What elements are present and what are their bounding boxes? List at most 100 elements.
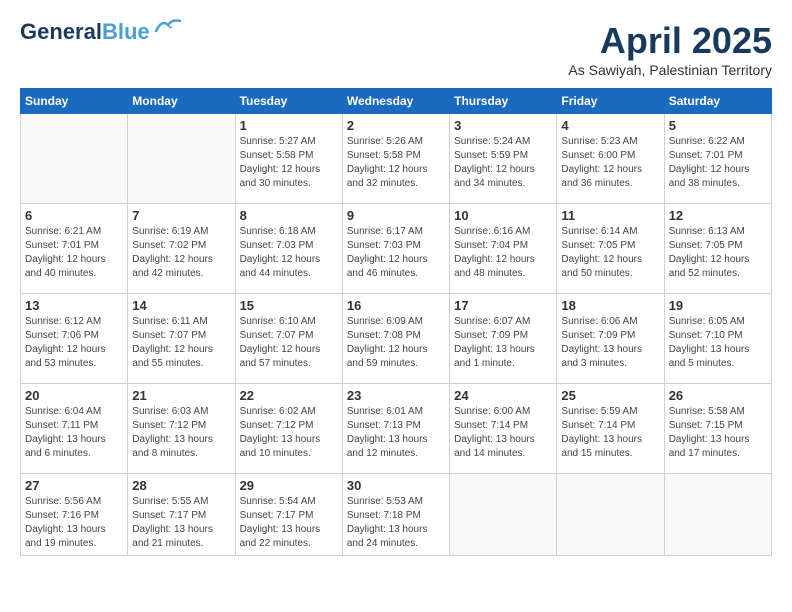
day-number: 3 bbox=[454, 118, 552, 133]
day-number: 22 bbox=[240, 388, 338, 403]
day-number: 27 bbox=[25, 478, 123, 493]
day-info: Sunrise: 6:14 AMSunset: 7:05 PMDaylight:… bbox=[561, 225, 659, 281]
calendar-cell bbox=[664, 474, 771, 556]
day-number: 19 bbox=[669, 298, 767, 313]
day-header-friday: Friday bbox=[557, 89, 664, 114]
day-header-monday: Monday bbox=[128, 89, 235, 114]
day-header-tuesday: Tuesday bbox=[235, 89, 342, 114]
day-number: 20 bbox=[25, 388, 123, 403]
day-number: 29 bbox=[240, 478, 338, 493]
calendar-cell: 29 Sunrise: 5:54 AMSunset: 7:17 PMDayligh… bbox=[235, 474, 342, 556]
calendar-week-row: 13 Sunrise: 6:12 AMSunset: 7:06 PMDayligh… bbox=[21, 294, 772, 384]
calendar-cell: 7 Sunrise: 6:19 AMSunset: 7:02 PMDaylight… bbox=[128, 204, 235, 294]
day-info: Sunrise: 5:54 AMSunset: 7:17 PMDaylight:… bbox=[240, 495, 338, 551]
day-info: Sunrise: 6:21 AMSunset: 7:01 PMDaylight:… bbox=[25, 225, 123, 281]
calendar-cell: 15 Sunrise: 6:10 AMSunset: 7:07 PMDayligh… bbox=[235, 294, 342, 384]
calendar-cell: 11 Sunrise: 6:14 AMSunset: 7:05 PMDayligh… bbox=[557, 204, 664, 294]
calendar-cell: 17 Sunrise: 6:07 AMSunset: 7:09 PMDayligh… bbox=[450, 294, 557, 384]
day-info: Sunrise: 6:09 AMSunset: 7:08 PMDaylight:… bbox=[347, 315, 445, 371]
day-number: 5 bbox=[669, 118, 767, 133]
day-header-saturday: Saturday bbox=[664, 89, 771, 114]
logo-bird-icon bbox=[154, 17, 182, 40]
calendar-cell: 13 Sunrise: 6:12 AMSunset: 7:06 PMDayligh… bbox=[21, 294, 128, 384]
day-number: 25 bbox=[561, 388, 659, 403]
day-info: Sunrise: 6:01 AMSunset: 7:13 PMDaylight:… bbox=[347, 405, 445, 461]
calendar-cell: 5 Sunrise: 6:22 AMSunset: 7:01 PMDaylight… bbox=[664, 114, 771, 204]
calendar-cell: 28 Sunrise: 5:55 AMSunset: 7:17 PMDayligh… bbox=[128, 474, 235, 556]
calendar-cell bbox=[21, 114, 128, 204]
location-subtitle: As Sawiyah, Palestinian Territory bbox=[568, 62, 772, 78]
calendar-cell bbox=[450, 474, 557, 556]
calendar-week-row: 6 Sunrise: 6:21 AMSunset: 7:01 PMDaylight… bbox=[21, 204, 772, 294]
day-number: 4 bbox=[561, 118, 659, 133]
day-info: Sunrise: 5:59 AMSunset: 7:14 PMDaylight:… bbox=[561, 405, 659, 461]
day-info: Sunrise: 6:05 AMSunset: 7:10 PMDaylight:… bbox=[669, 315, 767, 371]
day-number: 15 bbox=[240, 298, 338, 313]
calendar-cell: 8Sunrise: 6:18 AMSunset: 7:03 PMDaylight… bbox=[235, 204, 342, 294]
calendar-cell: 14Sunrise: 6:11 AMSunset: 7:07 PMDayligh… bbox=[128, 294, 235, 384]
calendar-cell: 24 Sunrise: 6:00 AMSunset: 7:14 PMDayligh… bbox=[450, 384, 557, 474]
calendar-cell: 3 Sunrise: 5:24 AMSunset: 5:59 PMDaylight… bbox=[450, 114, 557, 204]
page-header: GeneralBlue April 2025 As Sawiyah, Pales… bbox=[20, 20, 772, 78]
day-info: Sunrise: 5:56 AMSunset: 7:16 PMDaylight:… bbox=[25, 495, 123, 551]
day-number: 7 bbox=[132, 208, 230, 223]
day-info: Sunrise: 6:16 AMSunset: 7:04 PMDaylight:… bbox=[454, 225, 552, 281]
day-number: 11 bbox=[561, 208, 659, 223]
day-info: Sunrise: 6:06 AMSunset: 7:09 PMDaylight:… bbox=[561, 315, 659, 371]
day-number: 30 bbox=[347, 478, 445, 493]
calendar-cell: 10 Sunrise: 6:16 AMSunset: 7:04 PMDayligh… bbox=[450, 204, 557, 294]
day-number: 18 bbox=[561, 298, 659, 313]
logo-text: GeneralBlue bbox=[20, 20, 150, 44]
day-info: Sunrise: 5:55 AMSunset: 7:17 PMDaylight:… bbox=[132, 495, 230, 551]
month-title: April 2025 bbox=[568, 20, 772, 62]
calendar-cell: 1 Sunrise: 5:27 AMSunset: 5:58 PMDaylight… bbox=[235, 114, 342, 204]
day-info: Sunrise: 6:22 AMSunset: 7:01 PMDaylight:… bbox=[669, 135, 767, 191]
calendar-table: SundayMondayTuesdayWednesdayThursdayFrid… bbox=[20, 88, 772, 556]
calendar-cell: 12 Sunrise: 6:13 AMSunset: 7:05 PMDayligh… bbox=[664, 204, 771, 294]
day-number: 21 bbox=[132, 388, 230, 403]
day-info: Sunrise: 6:18 AMSunset: 7:03 PMDaylight:… bbox=[240, 225, 338, 281]
day-number: 26 bbox=[669, 388, 767, 403]
logo: GeneralBlue bbox=[20, 20, 182, 44]
day-info: Sunrise: 6:07 AMSunset: 7:09 PMDaylight:… bbox=[454, 315, 552, 371]
calendar-week-row: 1 Sunrise: 5:27 AMSunset: 5:58 PMDaylight… bbox=[21, 114, 772, 204]
day-info: Sunrise: 5:24 AMSunset: 5:59 PMDaylight:… bbox=[454, 135, 552, 191]
day-header-thursday: Thursday bbox=[450, 89, 557, 114]
calendar-cell: 20Sunrise: 6:04 AMSunset: 7:11 PMDayligh… bbox=[21, 384, 128, 474]
calendar-cell: 23Sunrise: 6:01 AMSunset: 7:13 PMDayligh… bbox=[342, 384, 449, 474]
calendar-header-row: SundayMondayTuesdayWednesdayThursdayFrid… bbox=[21, 89, 772, 114]
day-number: 6 bbox=[25, 208, 123, 223]
day-info: Sunrise: 5:27 AMSunset: 5:58 PMDaylight:… bbox=[240, 135, 338, 191]
day-info: Sunrise: 6:11 AMSunset: 7:07 PMDaylight:… bbox=[132, 315, 230, 371]
calendar-cell: 22 Sunrise: 6:02 AMSunset: 7:12 PMDayligh… bbox=[235, 384, 342, 474]
day-info: Sunrise: 6:19 AMSunset: 7:02 PMDaylight:… bbox=[132, 225, 230, 281]
calendar-cell: 21Sunrise: 6:03 AMSunset: 7:12 PMDayligh… bbox=[128, 384, 235, 474]
day-info: Sunrise: 6:10 AMSunset: 7:07 PMDaylight:… bbox=[240, 315, 338, 371]
day-number: 1 bbox=[240, 118, 338, 133]
day-number: 12 bbox=[669, 208, 767, 223]
day-number: 24 bbox=[454, 388, 552, 403]
day-info: Sunrise: 5:26 AMSunset: 5:58 PMDaylight:… bbox=[347, 135, 445, 191]
calendar-week-row: 27 Sunrise: 5:56 AMSunset: 7:16 PMDayligh… bbox=[21, 474, 772, 556]
day-number: 10 bbox=[454, 208, 552, 223]
day-number: 9 bbox=[347, 208, 445, 223]
day-info: Sunrise: 6:00 AMSunset: 7:14 PMDaylight:… bbox=[454, 405, 552, 461]
calendar-cell: 6 Sunrise: 6:21 AMSunset: 7:01 PMDaylight… bbox=[21, 204, 128, 294]
calendar-cell: 19 Sunrise: 6:05 AMSunset: 7:10 PMDayligh… bbox=[664, 294, 771, 384]
day-number: 28 bbox=[132, 478, 230, 493]
calendar-cell: 16 Sunrise: 6:09 AMSunset: 7:08 PMDayligh… bbox=[342, 294, 449, 384]
title-section: April 2025 As Sawiyah, Palestinian Terri… bbox=[568, 20, 772, 78]
day-info: Sunrise: 5:23 AMSunset: 6:00 PMDaylight:… bbox=[561, 135, 659, 191]
day-info: Sunrise: 6:12 AMSunset: 7:06 PMDaylight:… bbox=[25, 315, 123, 371]
day-number: 17 bbox=[454, 298, 552, 313]
calendar-cell: 30Sunrise: 5:53 AMSunset: 7:18 PMDayligh… bbox=[342, 474, 449, 556]
day-info: Sunrise: 6:02 AMSunset: 7:12 PMDaylight:… bbox=[240, 405, 338, 461]
calendar-cell: 18 Sunrise: 6:06 AMSunset: 7:09 PMDayligh… bbox=[557, 294, 664, 384]
day-number: 16 bbox=[347, 298, 445, 313]
day-info: Sunrise: 6:13 AMSunset: 7:05 PMDaylight:… bbox=[669, 225, 767, 281]
calendar-cell: 25 Sunrise: 5:59 AMSunset: 7:14 PMDayligh… bbox=[557, 384, 664, 474]
calendar-cell: 2 Sunrise: 5:26 AMSunset: 5:58 PMDaylight… bbox=[342, 114, 449, 204]
day-number: 13 bbox=[25, 298, 123, 313]
day-header-wednesday: Wednesday bbox=[342, 89, 449, 114]
day-number: 2 bbox=[347, 118, 445, 133]
